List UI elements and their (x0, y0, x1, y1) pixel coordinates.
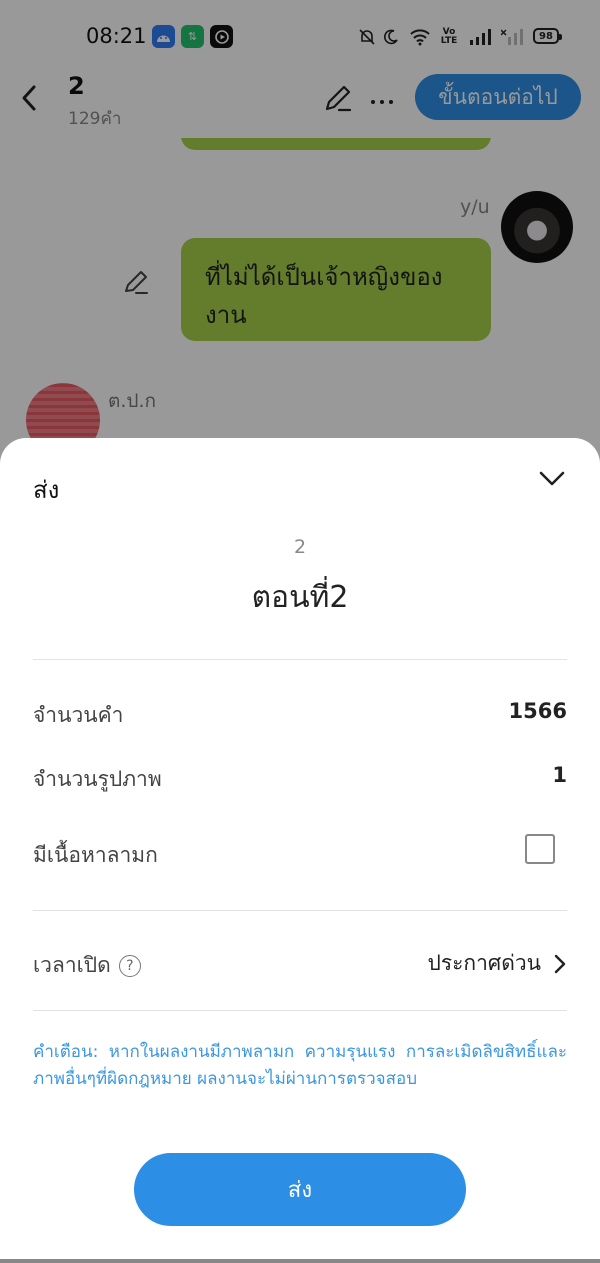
divider (33, 910, 567, 911)
word-count-label: จำนวนคำ (33, 703, 124, 727)
episode-number: 2 (293, 536, 307, 558)
mature-content-label: มีเนื้อหาลามก (33, 843, 158, 867)
image-count-value: 1 (552, 763, 567, 787)
divider (33, 1010, 567, 1011)
chevron-down-icon (539, 471, 565, 486)
image-count-label: จำนวนรูปภาพ (33, 767, 162, 791)
publish-time-label: เวลาเปิด? (33, 949, 141, 982)
publish-time-selector[interactable]: ประกาศด่วน (427, 947, 567, 980)
help-circle-icon[interactable]: ? (118, 955, 141, 977)
home-indicator (0, 1259, 600, 1263)
sheet-title: ส่ง (33, 476, 60, 504)
chevron-right-icon (554, 954, 566, 973)
warning-text: คำเตือน: หากในผลงานมีภาพลามก ความรุนแรง … (33, 1042, 567, 1089)
mature-content-checkbox[interactable] (525, 834, 555, 864)
submit-button[interactable]: ส่ง (134, 1153, 466, 1226)
divider (33, 659, 567, 660)
publish-time-label-text: เวลาเปิด (33, 953, 111, 977)
word-count-value: 1566 (508, 699, 567, 723)
episode-title: ตอนที่2 (251, 580, 349, 615)
collapse-sheet-button[interactable] (536, 464, 568, 492)
submit-sheet: ส่ง 2 ตอนที่2 จำนวนคำ 1566 จำนวนรูปภาพ 1… (0, 438, 600, 1263)
publish-time-value: ประกาศด่วน (427, 951, 541, 975)
